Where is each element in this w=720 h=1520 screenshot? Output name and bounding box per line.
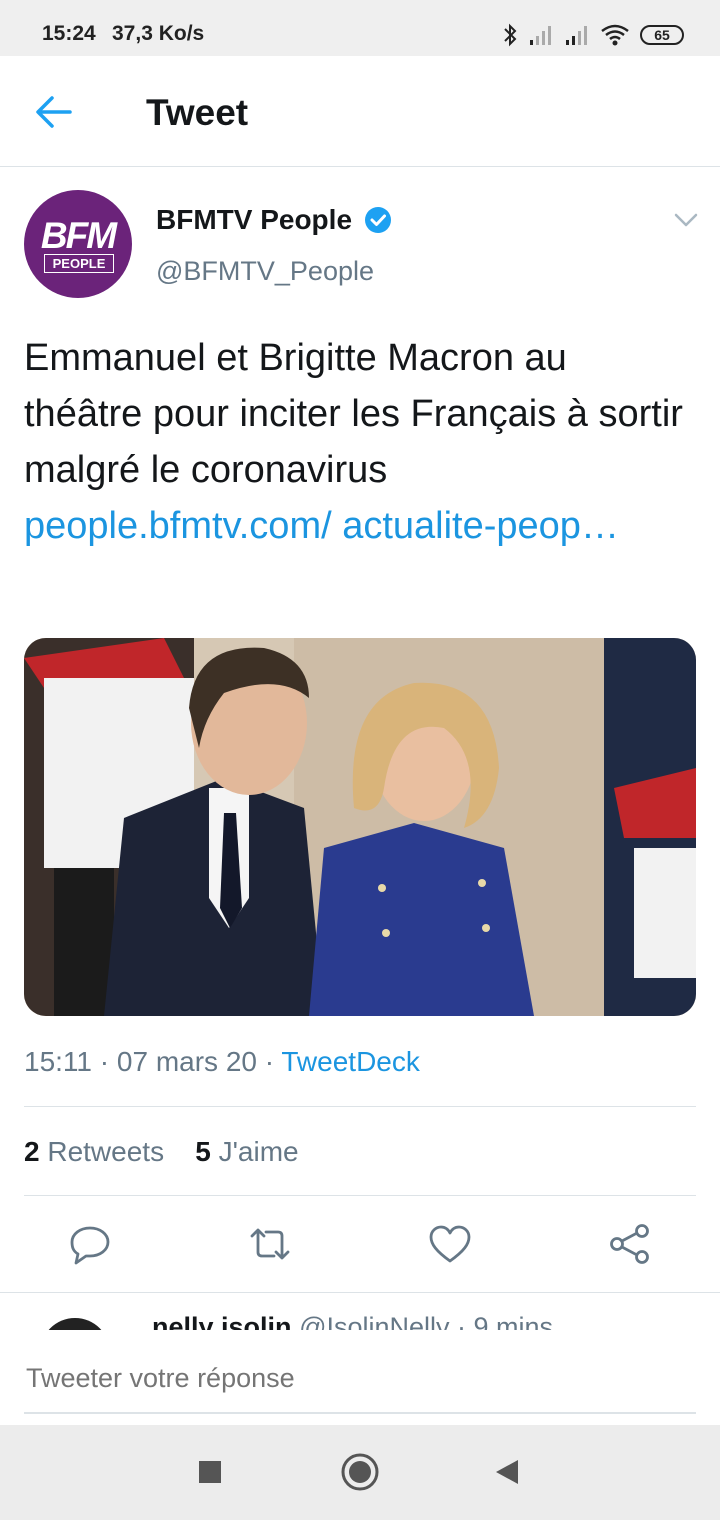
likes-stat[interactable]: 5 J'aime	[195, 1136, 298, 1167]
retweets-label: Retweets	[47, 1136, 165, 1167]
system-nav-bar	[0, 1425, 720, 1520]
likes-label: J'aime	[218, 1136, 299, 1167]
tweet-stats: 2 Retweets 5 J'aime	[24, 1136, 299, 1168]
tweet-source[interactable]: TweetDeck	[281, 1046, 420, 1077]
wifi-icon	[601, 24, 629, 46]
signal-icon	[530, 26, 551, 45]
divider	[24, 1106, 696, 1107]
signal-icon	[566, 26, 587, 45]
retweets-count: 2	[24, 1136, 40, 1167]
compose-underline	[24, 1412, 696, 1414]
status-time: 15:24	[42, 22, 96, 45]
author-handle[interactable]: @BFMTV_People	[156, 256, 374, 287]
home-icon[interactable]	[340, 1452, 380, 1492]
arrow-left-icon[interactable]	[32, 92, 76, 132]
status-bar: 15:24 37,3 Ko/s 65	[0, 0, 720, 56]
tweet-date: 07 mars 20	[116, 1046, 257, 1077]
app-header: Tweet	[0, 56, 720, 167]
tweet-body: Emmanuel et Brigitte Macron au théâtre p…	[24, 337, 683, 491]
tweet-text: Emmanuel et Brigitte Macron au théâtre p…	[24, 330, 684, 554]
tweet-photo[interactable]	[24, 638, 696, 1016]
avatar-logo-subtext: PEOPLE	[44, 254, 114, 273]
avatar-logo-text: BFM	[40, 215, 117, 256]
status-speed: 37,3 Ko/s	[112, 22, 205, 45]
verified-badge-icon	[365, 207, 391, 233]
likes-count: 5	[195, 1136, 211, 1167]
author-name[interactable]: BFMTV People	[156, 204, 352, 236]
share-icon[interactable]	[606, 1220, 654, 1268]
like-icon[interactable]	[426, 1220, 474, 1268]
avatar[interactable]: BFM PEOPLE	[24, 190, 132, 298]
retweets-stat[interactable]: 2 Retweets	[24, 1136, 164, 1167]
status-icons: 65	[502, 20, 684, 50]
reply-icon[interactable]	[66, 1220, 114, 1268]
chevron-down-icon[interactable]	[672, 210, 700, 230]
bluetooth-icon	[504, 23, 517, 47]
tweet-photo-image	[24, 638, 696, 1016]
divider	[0, 1292, 720, 1293]
page-title: Tweet	[146, 92, 249, 133]
reply-input[interactable]	[24, 1362, 700, 1395]
recents-icon[interactable]	[198, 1460, 222, 1484]
back-nav-icon[interactable]	[494, 1458, 520, 1486]
battery-icon: 65	[640, 25, 684, 45]
retweet-icon[interactable]	[246, 1220, 294, 1268]
tweet-link[interactable]: people.bfmtv.com/ actualite-peop…	[24, 505, 619, 547]
divider	[24, 1195, 696, 1196]
tweet-meta: 15:11 · 07 mars 20 · TweetDeck	[24, 1046, 420, 1077]
tweet-time: 15:11	[24, 1046, 92, 1077]
